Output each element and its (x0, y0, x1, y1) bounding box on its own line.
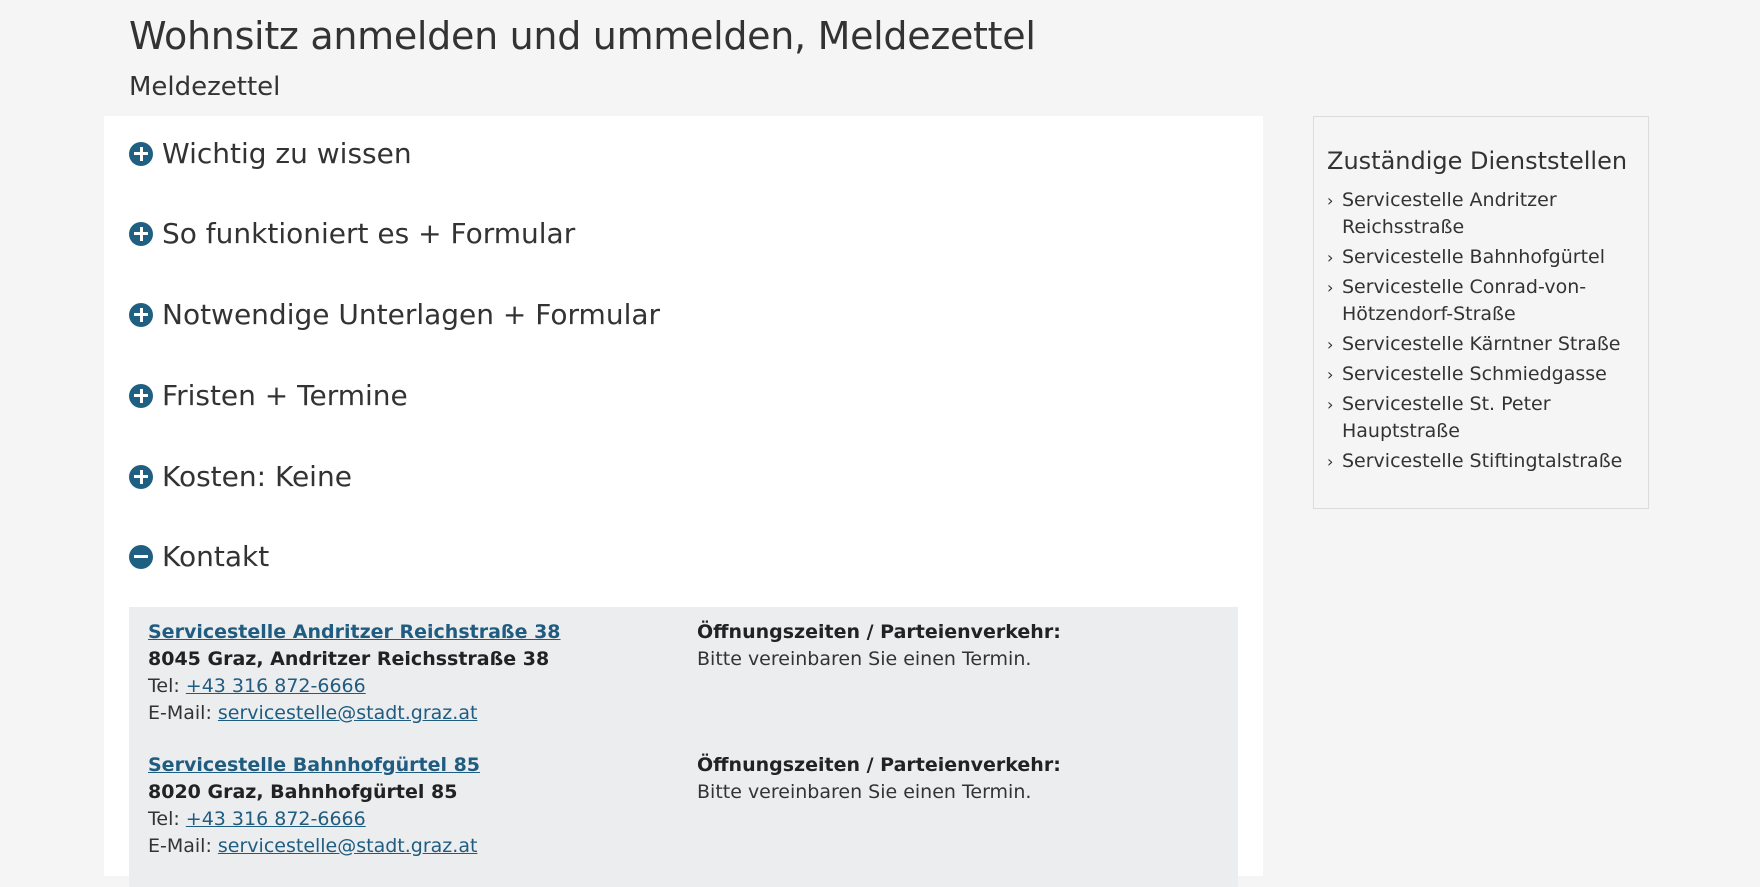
opening-hours-text: Bitte vereinbaren Sie einen Termin. (697, 648, 1032, 670)
phone-link[interactable]: +43 316 872-6666 (186, 808, 366, 830)
chevron-right-icon: › (1327, 248, 1334, 267)
chevron-right-icon: › (1327, 365, 1334, 384)
accordion-kosten[interactable]: Kosten: Keine (129, 460, 352, 493)
contact-address: 8020 Graz, Bahnhofgürtel 85 (148, 781, 458, 803)
accordion-wichtig-zu-wissen[interactable]: Wichtig zu wissen (129, 137, 412, 170)
phone-link[interactable]: +43 316 872-6666 (186, 675, 366, 697)
office-link-label: Servicestelle Conrad-von-Hötzendorf-Stra… (1342, 276, 1587, 325)
chevron-right-icon: › (1327, 278, 1334, 297)
accordion-label: Kosten: Keine (162, 460, 352, 493)
contact-card: Servicestelle Bahnhofgürtel 85 8020 Graz… (148, 752, 480, 860)
plus-circle-icon (129, 141, 153, 166)
opening-hours: Öffnungszeiten / Parteienverkehr: Bitte … (697, 752, 1061, 806)
accordion-so-funktioniert-es[interactable]: So funktioniert es + Formular (129, 217, 575, 250)
chevron-right-icon: › (1327, 395, 1334, 414)
accordion-label: So funktioniert es + Formular (162, 217, 576, 250)
office-list: › Servicestelle Andritzer Reichsstraße ›… (1327, 187, 1637, 478)
email-link[interactable]: servicestelle@stadt.graz.at (218, 835, 478, 857)
office-link-label: Servicestelle St. Peter Hauptstraße (1342, 393, 1551, 442)
office-link-stiftingtal[interactable]: › Servicestelle Stiftingtalstraße (1327, 448, 1637, 475)
accordion-kontakt[interactable]: Kontakt (129, 540, 269, 573)
contact-address: 8045 Graz, Andritzer Reichsstraße 38 (148, 648, 550, 670)
plus-circle-icon (129, 464, 153, 489)
plus-circle-icon (129, 302, 153, 327)
page-title: Wohnsitz anmelden und ummelden, Meldezet… (129, 14, 1036, 58)
contact-panel: Servicestelle Andritzer Reichstraße 38 8… (129, 607, 1238, 887)
opening-hours-heading: Öffnungszeiten / Parteienverkehr: (697, 621, 1061, 643)
accordion-label: Notwendige Unterlagen + Formular (162, 298, 661, 331)
chevron-right-icon: › (1327, 335, 1334, 354)
contact-name-link[interactable]: Servicestelle Andritzer Reichstraße 38 (148, 621, 561, 643)
chevron-right-icon: › (1327, 191, 1334, 210)
office-link-label: Servicestelle Stiftingtalstraße (1342, 450, 1623, 472)
office-link-conrad-von-hoetzendorf[interactable]: › Servicestelle Conrad-von-Hötzendorf-St… (1327, 274, 1637, 328)
office-link-andritzer[interactable]: › Servicestelle Andritzer Reichsstraße (1327, 187, 1637, 241)
accordion-label: Wichtig zu wissen (162, 137, 412, 170)
office-link-bahnhofguertel[interactable]: › Servicestelle Bahnhofgürtel (1327, 244, 1637, 271)
tel-label: Tel: (148, 675, 186, 697)
plus-circle-icon (129, 383, 153, 408)
opening-hours-text: Bitte vereinbaren Sie einen Termin. (697, 781, 1032, 803)
accordion-label: Fristen + Termine (162, 379, 408, 412)
page-subtitle: Meldezettel (129, 72, 281, 102)
opening-hours-heading: Öffnungszeiten / Parteienverkehr: (697, 754, 1061, 776)
sidebar-title: Zuständige Dienststellen (1327, 147, 1628, 175)
accordion-label: Kontakt (162, 540, 270, 573)
office-link-label: Servicestelle Andritzer Reichsstraße (1342, 189, 1557, 238)
plus-circle-icon (129, 221, 153, 246)
chevron-right-icon: › (1327, 452, 1334, 471)
accordion-notwendige-unterlagen[interactable]: Notwendige Unterlagen + Formular (129, 298, 660, 331)
office-link-label: Servicestelle Kärntner Straße (1342, 333, 1621, 355)
email-label: E-Mail: (148, 835, 218, 857)
office-link-st-peter[interactable]: › Servicestelle St. Peter Hauptstraße (1327, 391, 1637, 445)
office-link-label: Servicestelle Schmiedgasse (1342, 363, 1607, 385)
contact-card: Servicestelle Andritzer Reichstraße 38 8… (148, 619, 561, 727)
office-link-kaerntner[interactable]: › Servicestelle Kärntner Straße (1327, 331, 1637, 358)
email-label: E-Mail: (148, 702, 218, 724)
tel-label: Tel: (148, 808, 186, 830)
email-link[interactable]: servicestelle@stadt.graz.at (218, 702, 478, 724)
accordion-fristen-termine[interactable]: Fristen + Termine (129, 379, 408, 412)
sidebar-responsible-offices: Zuständige Dienststellen › Servicestelle… (1313, 116, 1649, 509)
main-content: Wichtig zu wissen So funktioniert es + F… (104, 116, 1263, 887)
contact-name-link[interactable]: Servicestelle Bahnhofgürtel 85 (148, 754, 480, 776)
minus-circle-icon (129, 544, 153, 569)
office-link-schmiedgasse[interactable]: › Servicestelle Schmiedgasse (1327, 361, 1637, 388)
office-link-label: Servicestelle Bahnhofgürtel (1342, 246, 1605, 268)
opening-hours: Öffnungszeiten / Parteienverkehr: Bitte … (697, 619, 1061, 673)
